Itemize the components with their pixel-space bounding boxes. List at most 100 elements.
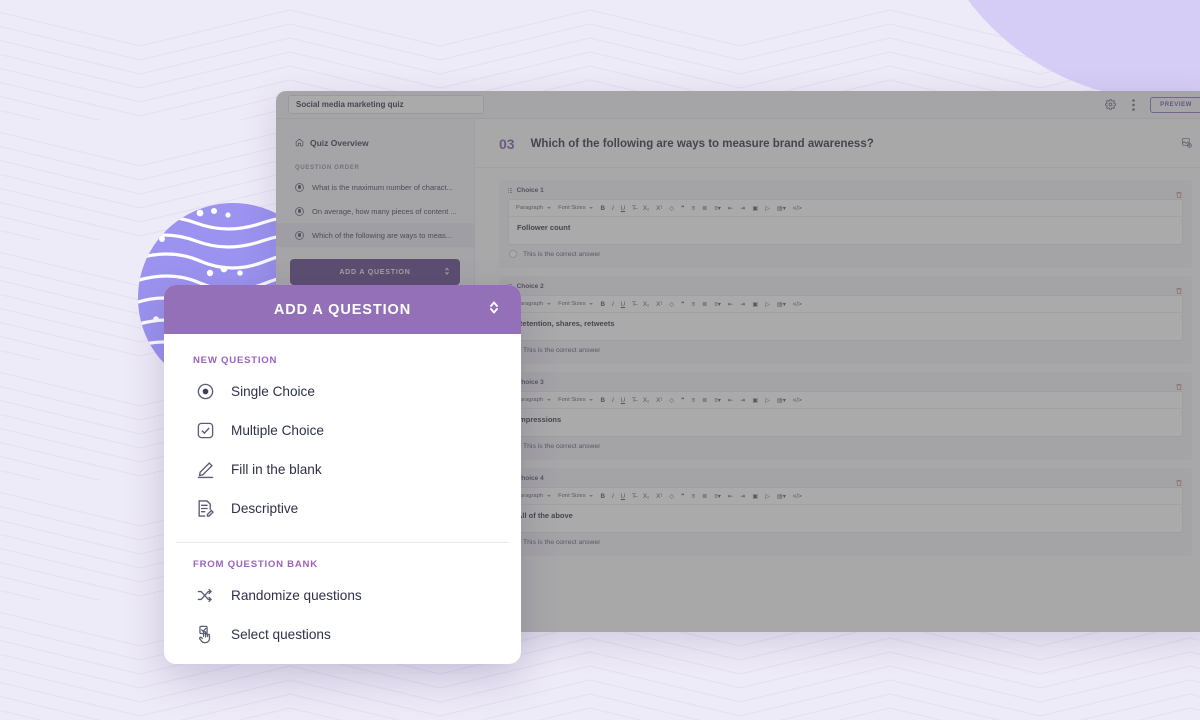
indent-icon[interactable]: ⇥ bbox=[740, 301, 745, 308]
align-center-icon[interactable]: ≣ bbox=[702, 301, 707, 308]
menu-item-single-choice[interactable]: Single Choice bbox=[164, 372, 521, 411]
paragraph-dropdown[interactable]: Paragraph bbox=[516, 205, 552, 211]
italic-icon[interactable]: I bbox=[612, 493, 614, 500]
insert-video-icon[interactable]: ▷ bbox=[765, 397, 770, 404]
drag-handle-icon[interactable] bbox=[508, 187, 512, 194]
strikethrough-icon[interactable]: T̶ bbox=[632, 493, 636, 500]
italic-icon[interactable]: I bbox=[612, 205, 614, 212]
code-icon[interactable]: </> bbox=[793, 397, 802, 404]
more-vertical-icon[interactable] bbox=[1127, 98, 1140, 111]
correct-answer-radio[interactable] bbox=[509, 250, 517, 258]
bold-icon[interactable]: B bbox=[600, 493, 604, 500]
indent-icon[interactable]: ⇥ bbox=[740, 205, 745, 212]
font-sizes-dropdown[interactable]: Font Sizes bbox=[558, 397, 594, 403]
code-icon[interactable]: </> bbox=[793, 301, 802, 308]
clear-format-icon[interactable]: ◇ bbox=[669, 397, 674, 404]
insert-image-icon[interactable]: ▣ bbox=[752, 493, 758, 500]
delete-choice-icon[interactable] bbox=[1175, 378, 1183, 396]
choice-text[interactable]: Impressions bbox=[509, 409, 1182, 436]
insert-video-icon[interactable]: ▷ bbox=[765, 301, 770, 308]
menu-item-descriptive[interactable]: Descriptive bbox=[164, 489, 521, 528]
align-left-icon[interactable]: ≡ bbox=[691, 397, 695, 404]
menu-item-multiple-choice[interactable]: Multiple Choice bbox=[164, 411, 521, 450]
blockquote-icon[interactable]: ❞ bbox=[681, 301, 684, 308]
outdent-icon[interactable]: ⇤ bbox=[728, 397, 733, 404]
align-menu-icon[interactable]: ≡▾ bbox=[714, 397, 721, 404]
clear-format-icon[interactable]: ◇ bbox=[669, 493, 674, 500]
underline-icon[interactable]: U bbox=[621, 397, 625, 404]
correct-answer-row[interactable]: This is the correct answer bbox=[508, 245, 1183, 263]
code-icon[interactable]: </> bbox=[793, 205, 802, 212]
menu-item-fill-in-the-blank[interactable]: Fill in the blank bbox=[164, 450, 521, 489]
code-icon[interactable]: </> bbox=[793, 493, 802, 500]
align-menu-icon[interactable]: ≡▾ bbox=[714, 493, 721, 500]
strikethrough-icon[interactable]: T̶ bbox=[632, 205, 636, 212]
align-center-icon[interactable]: ≣ bbox=[702, 397, 707, 404]
italic-icon[interactable]: I bbox=[612, 397, 614, 404]
align-center-icon[interactable]: ≣ bbox=[702, 205, 707, 212]
delete-choice-icon[interactable] bbox=[1175, 282, 1183, 300]
choice-text[interactable]: Follower count bbox=[509, 217, 1182, 244]
superscript-icon[interactable]: X¹ bbox=[656, 205, 662, 212]
subscript-icon[interactable]: X₁ bbox=[643, 301, 649, 308]
superscript-icon[interactable]: X¹ bbox=[656, 493, 662, 500]
bold-icon[interactable]: B bbox=[600, 205, 604, 212]
font-sizes-dropdown[interactable]: Font Sizes bbox=[558, 205, 594, 211]
blockquote-icon[interactable]: ❞ bbox=[681, 493, 684, 500]
subscript-icon[interactable]: X₁ bbox=[643, 205, 649, 212]
table-icon[interactable]: ▤▾ bbox=[777, 493, 786, 500]
sidebar-item-quiz-overview[interactable]: Quiz Overview bbox=[276, 133, 474, 153]
align-center-icon[interactable]: ≣ bbox=[702, 493, 707, 500]
clear-format-icon[interactable]: ◇ bbox=[669, 205, 674, 212]
bold-icon[interactable]: B bbox=[600, 397, 604, 404]
paragraph-dropdown[interactable]: Paragraph bbox=[516, 301, 552, 307]
underline-icon[interactable]: U bbox=[621, 493, 625, 500]
outdent-icon[interactable]: ⇤ bbox=[728, 493, 733, 500]
choice-text[interactable]: Retention, shares, retweets bbox=[509, 313, 1182, 340]
correct-answer-row[interactable]: This is the correct answer bbox=[508, 533, 1183, 551]
insert-image-icon[interactable]: ▣ bbox=[752, 301, 758, 308]
subscript-icon[interactable]: X₁ bbox=[643, 493, 649, 500]
underline-icon[interactable]: U bbox=[621, 205, 625, 212]
rich-text-editor[interactable]: Paragraph Font Sizes B I U T̶ X₁ X¹ ◇ ❞ … bbox=[508, 391, 1183, 437]
font-sizes-dropdown[interactable]: Font Sizes bbox=[558, 493, 594, 499]
correct-answer-row[interactable]: This is the correct answer bbox=[508, 437, 1183, 455]
table-icon[interactable]: ▤▾ bbox=[777, 301, 786, 308]
rich-text-editor[interactable]: Paragraph Font Sizes B I U T̶ X₁ X¹ ◇ ❞ … bbox=[508, 295, 1183, 341]
correct-answer-row[interactable]: This is the correct answer bbox=[508, 341, 1183, 359]
align-menu-icon[interactable]: ≡▾ bbox=[714, 205, 721, 212]
superscript-icon[interactable]: X¹ bbox=[656, 301, 662, 308]
add-a-question-button[interactable]: ADD A QUESTION bbox=[290, 259, 460, 285]
italic-icon[interactable]: I bbox=[612, 301, 614, 308]
clear-format-icon[interactable]: ◇ bbox=[669, 301, 674, 308]
outdent-icon[interactable]: ⇤ bbox=[728, 301, 733, 308]
preview-button[interactable]: PREVIEW bbox=[1150, 96, 1200, 113]
image-add-icon[interactable] bbox=[1181, 135, 1192, 153]
question-text[interactable]: Which of the following are ways to measu… bbox=[531, 138, 874, 150]
align-left-icon[interactable]: ≡ bbox=[691, 493, 695, 500]
strikethrough-icon[interactable]: T̶ bbox=[632, 301, 636, 308]
bold-icon[interactable]: B bbox=[600, 301, 604, 308]
subscript-icon[interactable]: X₁ bbox=[643, 397, 649, 404]
sidebar-question-1[interactable]: What is the maximum number of charact... bbox=[276, 175, 474, 199]
insert-video-icon[interactable]: ▷ bbox=[765, 205, 770, 212]
table-icon[interactable]: ▤▾ bbox=[777, 205, 786, 212]
insert-image-icon[interactable]: ▣ bbox=[752, 397, 758, 404]
font-sizes-dropdown[interactable]: Font Sizes bbox=[558, 301, 594, 307]
indent-icon[interactable]: ⇥ bbox=[740, 397, 745, 404]
strikethrough-icon[interactable]: T̶ bbox=[632, 397, 636, 404]
insert-video-icon[interactable]: ▷ bbox=[765, 493, 770, 500]
paragraph-dropdown[interactable]: Paragraph bbox=[516, 493, 552, 499]
superscript-icon[interactable]: X¹ bbox=[656, 397, 662, 404]
align-left-icon[interactable]: ≡ bbox=[691, 301, 695, 308]
paragraph-dropdown[interactable]: Paragraph bbox=[516, 397, 552, 403]
delete-choice-icon[interactable] bbox=[1175, 474, 1183, 492]
align-menu-icon[interactable]: ≡▾ bbox=[714, 301, 721, 308]
underline-icon[interactable]: U bbox=[621, 301, 625, 308]
menu-item-select-questions[interactable]: Select questions bbox=[164, 615, 521, 654]
insert-image-icon[interactable]: ▣ bbox=[752, 205, 758, 212]
delete-choice-icon[interactable] bbox=[1175, 186, 1183, 204]
blockquote-icon[interactable]: ❞ bbox=[681, 205, 684, 212]
indent-icon[interactable]: ⇥ bbox=[740, 493, 745, 500]
align-left-icon[interactable]: ≡ bbox=[691, 205, 695, 212]
